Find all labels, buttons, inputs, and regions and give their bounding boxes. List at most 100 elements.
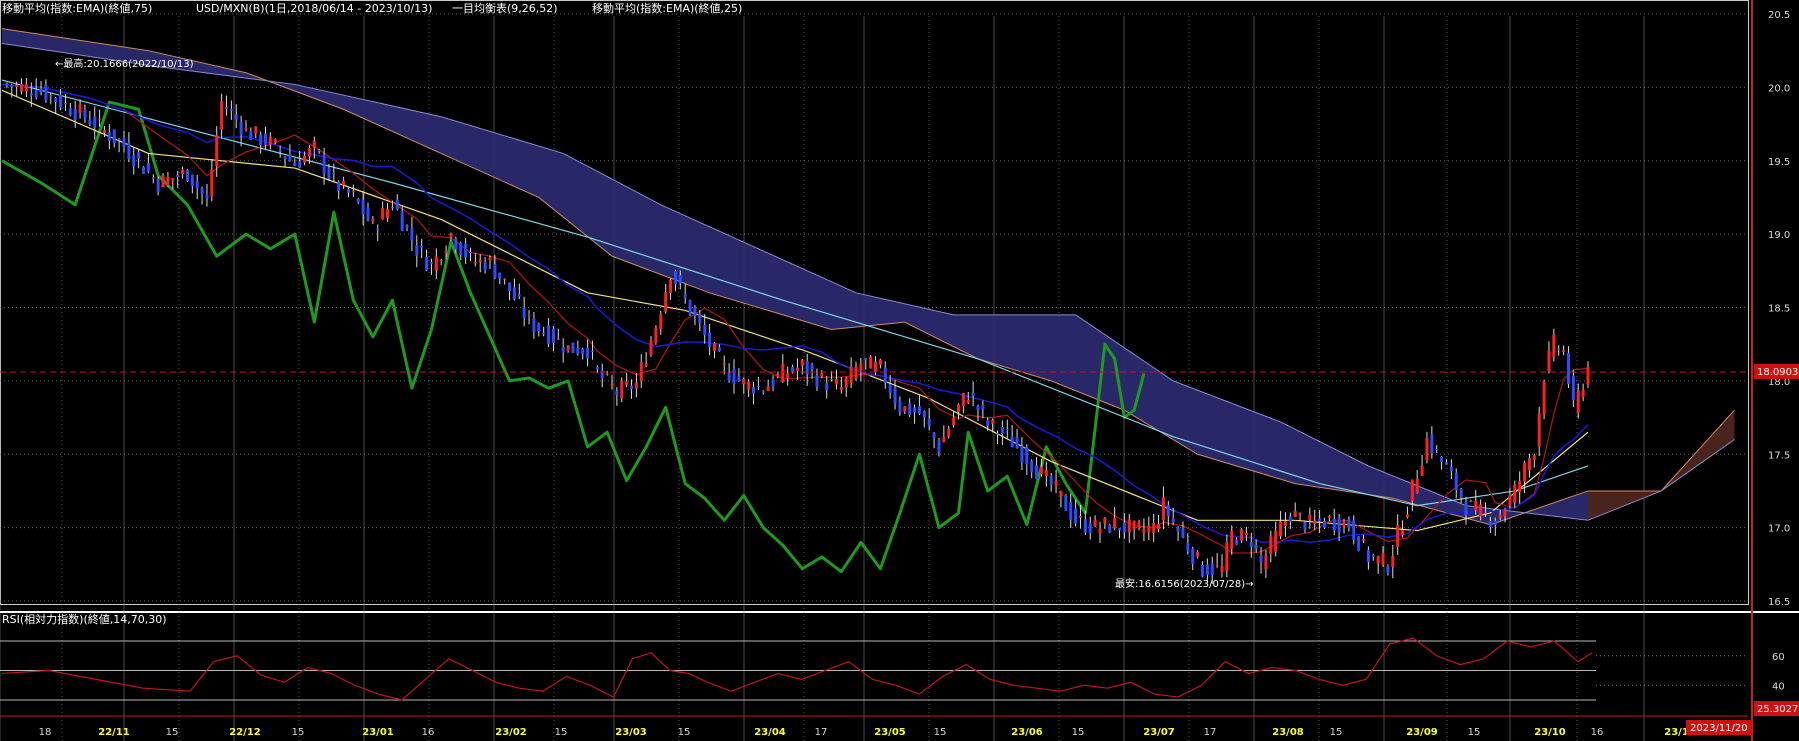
candle-body <box>1503 509 1507 517</box>
candle-body <box>1205 564 1209 576</box>
candle-body <box>454 238 458 250</box>
candle-body <box>1200 565 1204 577</box>
low-annotation: 最安:16.6156(2023/07/28)→ <box>1115 577 1254 590</box>
candle-body <box>1186 543 1190 552</box>
candle-body <box>171 178 175 181</box>
candle-body <box>59 94 63 108</box>
candle-body <box>1088 523 1092 534</box>
candle-body <box>1386 565 1390 574</box>
candle-body <box>356 198 360 203</box>
candle-body <box>376 228 380 230</box>
candle-body <box>547 325 551 345</box>
candle-body <box>146 163 150 172</box>
candle-body <box>337 181 341 192</box>
candle-body <box>1518 480 1522 493</box>
candle-body <box>303 155 307 163</box>
candle-body <box>220 101 224 130</box>
candle-body <box>776 373 780 377</box>
candle-body <box>1308 514 1312 520</box>
candle-body <box>854 366 858 379</box>
candle-body <box>717 347 721 352</box>
symbol-legend: USD/MXN(B)(1日,2018/06/14 - 2023/10/13) <box>196 2 432 15</box>
candle-body <box>405 225 409 228</box>
candle-body <box>1244 532 1248 536</box>
candle-body <box>254 126 258 134</box>
candle-body <box>512 287 516 300</box>
candle-body <box>54 97 58 103</box>
candle-body <box>1371 555 1375 557</box>
candle-body <box>522 307 526 319</box>
candle-body <box>571 342 575 353</box>
ichimoku-legend: 一目均衡表(9,26,52) <box>452 1 558 15</box>
candle-body <box>952 417 956 426</box>
candle-body <box>937 440 941 453</box>
candle-body <box>630 385 634 390</box>
candle-body <box>1469 500 1473 503</box>
candle-body <box>1474 500 1478 511</box>
candle-body <box>1049 475 1053 485</box>
candle-body <box>737 376 741 381</box>
candle-body <box>839 386 843 391</box>
candle-body <box>508 282 512 292</box>
candle-body <box>1147 525 1151 533</box>
candle-body <box>1322 520 1326 528</box>
candle-body <box>771 379 775 387</box>
candle-body <box>1352 520 1356 540</box>
candle-body <box>932 433 936 439</box>
candle-body <box>498 272 502 279</box>
ema75-legend: 移動平均(指数:EMA)(終値,75) <box>2 1 152 15</box>
candle-body <box>781 363 785 383</box>
candle-body <box>185 169 189 182</box>
candle-body <box>849 367 853 384</box>
indicator-lines <box>1 79 1589 574</box>
candle-body <box>1527 458 1531 471</box>
price-tick-label: 20.5 <box>1768 10 1790 21</box>
candle-body <box>673 270 677 285</box>
candle-body <box>830 378 834 380</box>
candle-body <box>449 233 453 237</box>
candle-body <box>210 169 214 197</box>
candle-body <box>464 243 468 258</box>
x-tick-label: 23/08 <box>1272 727 1304 738</box>
candle-body <box>346 189 350 193</box>
candle-body <box>752 387 756 394</box>
candle-body <box>78 104 82 113</box>
candle-body <box>708 332 712 348</box>
candle-body <box>532 318 536 332</box>
candle-body <box>581 348 585 354</box>
candle-body <box>1220 565 1224 572</box>
candle-body <box>5 83 9 86</box>
x-tick-label: 23/03 <box>615 727 647 738</box>
candle-body <box>1269 536 1273 554</box>
candle-body <box>742 379 746 385</box>
candle-body <box>986 419 990 426</box>
candle-body <box>1240 529 1244 541</box>
senkou-span-b <box>1 42 1735 521</box>
price-tick-label: 19.0 <box>1768 230 1790 241</box>
candle-body <box>234 114 238 120</box>
candle-body <box>1435 449 1439 451</box>
candle-body <box>200 188 204 194</box>
candle-body <box>1259 555 1263 563</box>
candle-body <box>1415 479 1419 493</box>
candle-body <box>1449 466 1453 472</box>
candle-body <box>1376 556 1380 564</box>
candle-body <box>537 323 541 332</box>
candle-body <box>825 383 829 391</box>
candle-body <box>68 108 72 116</box>
kumo-fill <box>2 28 1735 525</box>
candle-body <box>1288 516 1292 522</box>
candle-body <box>1069 502 1073 520</box>
x-tick-label: 15 <box>678 727 691 738</box>
candle-body <box>1484 512 1488 514</box>
x-tick-label: 22/11 <box>98 727 130 738</box>
candle-body <box>576 347 580 355</box>
candle-body <box>122 137 126 147</box>
candle-body <box>1547 350 1551 372</box>
candle-body <box>1444 462 1448 465</box>
candle-body <box>1327 516 1331 518</box>
candle-body <box>1366 549 1370 563</box>
candle-body <box>1142 528 1146 533</box>
candle-body <box>1298 512 1302 514</box>
candle-body <box>444 251 448 254</box>
